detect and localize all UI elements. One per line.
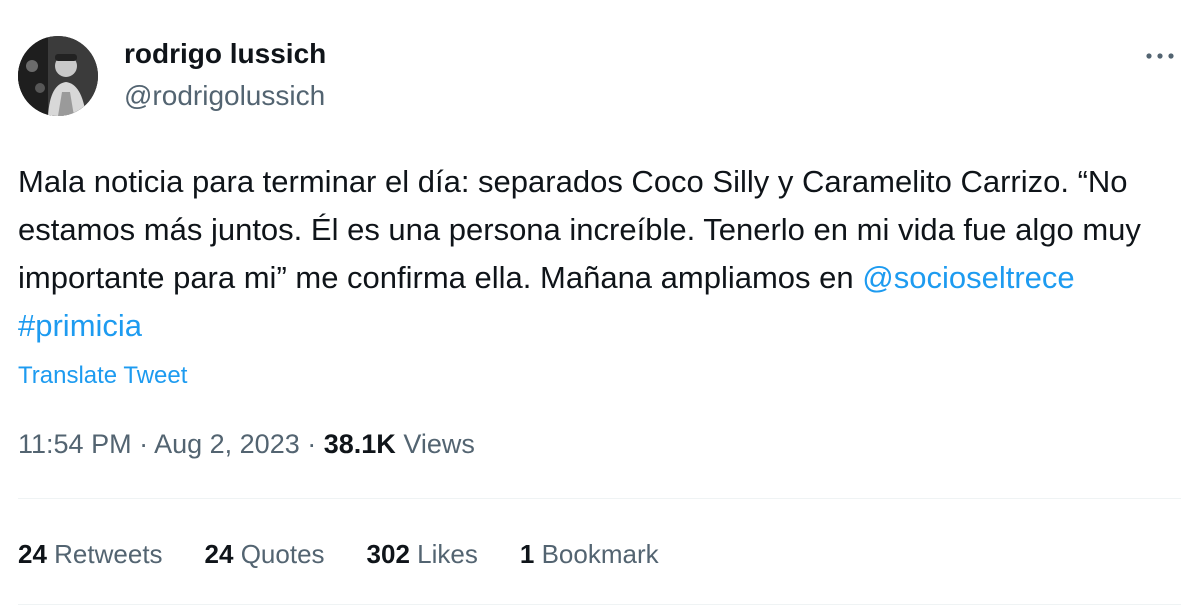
quotes-count: 24 <box>204 539 234 569</box>
divider <box>18 604 1181 605</box>
bookmarks-label: Bookmark <box>541 539 659 569</box>
retweets-label: Retweets <box>54 539 163 569</box>
views-count: 38.1K <box>323 429 396 459</box>
meta-separator: · <box>299 429 324 459</box>
quotes-stat[interactable]: 24 Quotes <box>205 536 325 572</box>
author-handle[interactable]: @rodrigolussich <box>124 78 325 114</box>
divider <box>18 498 1181 499</box>
tweet-time[interactable]: 11:54 PM <box>18 429 132 459</box>
avatar-image <box>18 36 98 116</box>
tweet-card: rodrigo lussich @rodrigolussich Mala not… <box>0 0 1199 611</box>
more-options-button[interactable] <box>1138 40 1182 72</box>
likes-stat[interactable]: 302 Likes <box>367 536 478 572</box>
retweets-stat[interactable]: 24 Retweets <box>18 536 163 572</box>
bookmarks-count: 1 <box>519 539 535 569</box>
mention-link[interactable]: @socioseltrece <box>862 260 1074 295</box>
tweet-meta: 11:54 PM · Aug 2, 2023 · 38.1K Views <box>18 426 475 462</box>
engagement-stats: 24 Retweets 24 Quotes 302 Likes 1 Bookma… <box>18 536 701 572</box>
bookmarks-stat[interactable]: 1 Bookmark <box>520 536 659 572</box>
retweets-count: 24 <box>18 539 47 569</box>
likes-label: Likes <box>417 539 478 569</box>
quotes-label: Quotes <box>240 539 325 569</box>
views-label: Views <box>403 429 475 459</box>
hashtag-link[interactable]: #primicia <box>18 308 142 343</box>
meta-separator: · <box>131 429 155 459</box>
author-display-name[interactable]: rodrigo lussich <box>124 36 326 72</box>
translate-tweet-link[interactable]: Translate Tweet <box>18 360 187 392</box>
avatar[interactable] <box>18 36 98 116</box>
likes-count: 302 <box>366 539 410 569</box>
more-horizontal-icon <box>1146 53 1174 59</box>
tweet-text: Mala noticia para terminar el día: separ… <box>18 158 1183 350</box>
tweet-date[interactable]: Aug 2, 2023 <box>154 429 300 459</box>
